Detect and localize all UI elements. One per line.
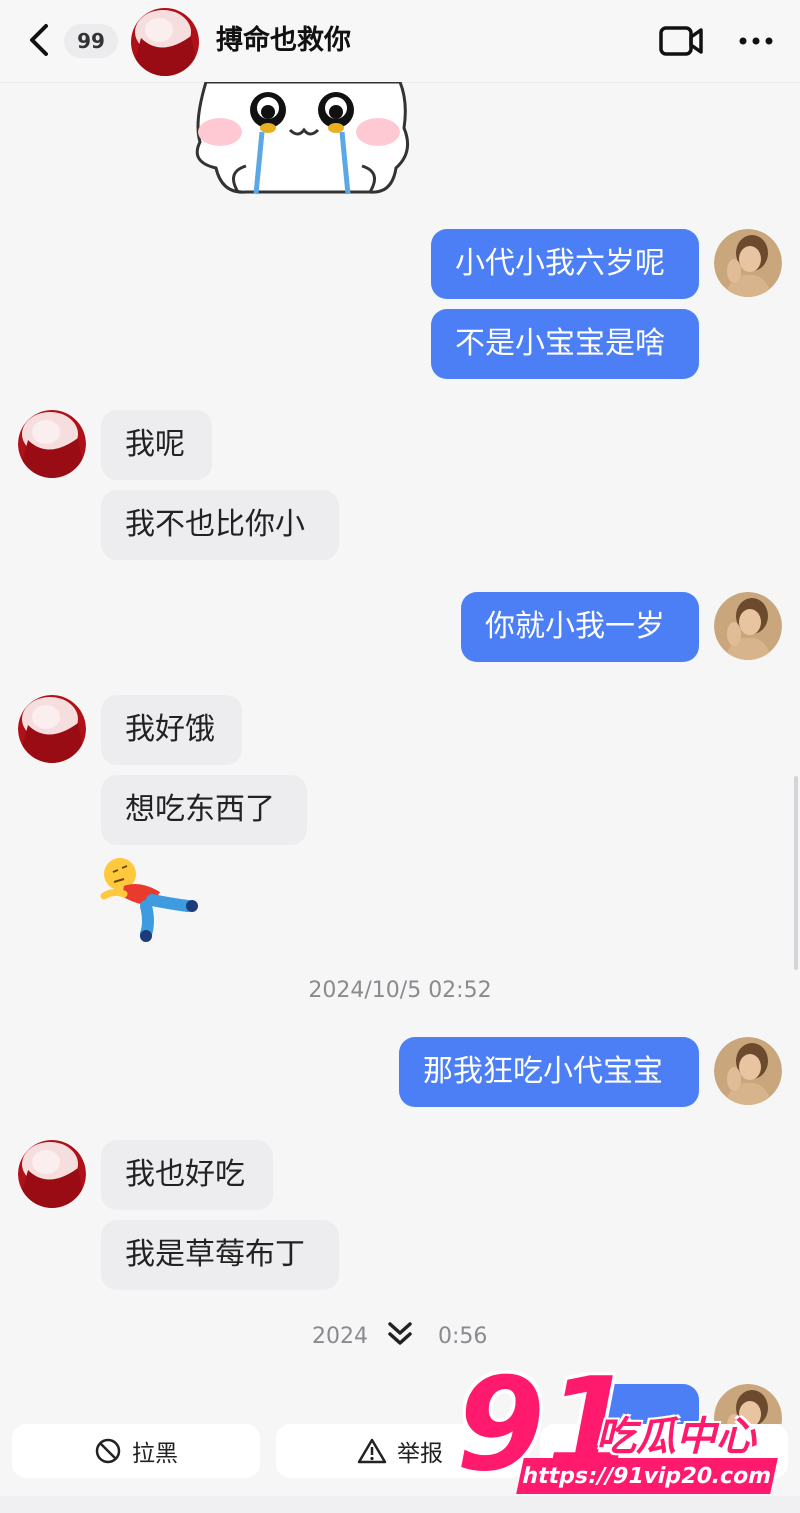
crying-sticker[interactable] [186,82,418,200]
block-label: 拉黑 [132,1441,178,1467]
message-bubble-outgoing[interactable]: 不是小宝宝是啥 [431,309,699,379]
message-bubble-outgoing[interactable]: 那我狂吃小代宝宝 [399,1037,699,1107]
report-label: 举报 [397,1441,443,1467]
block-button[interactable]: 拉黑 [12,1424,260,1478]
message-timestamp: 2024/10/5 02:52 [308,978,492,1003]
unread-badge[interactable]: 99 [64,24,118,58]
scrollbar[interactable] [794,776,798,970]
message-bubble-incoming[interactable]: 我不也比你小 [101,490,339,560]
watermark-logo-text: 吃瓜中心 [596,1414,756,1460]
chat-header: 99 搏命也救你 [0,0,800,83]
contact-avatar[interactable] [18,410,86,478]
self-avatar[interactable] [714,1037,782,1105]
self-avatar[interactable] [714,592,782,660]
contact-name: 搏命也救你 [216,25,351,56]
block-icon [95,1438,121,1464]
message-bubble-incoming[interactable]: 我好饿 [101,695,242,765]
contact-avatar[interactable] [18,1140,86,1208]
scroll-down-icon[interactable] [384,1318,416,1350]
watermark-url: https://91vip20.com [516,1458,778,1494]
video-call-icon[interactable] [658,24,704,58]
message-bubble-outgoing[interactable]: 小代小我六岁呢 [431,229,699,299]
back-icon[interactable] [24,22,54,58]
more-icon[interactable] [736,26,776,56]
message-timestamp-date: 2024 [312,1324,368,1349]
contact-avatar[interactable] [18,695,86,763]
self-avatar[interactable] [714,229,782,297]
message-bubble-incoming[interactable]: 我是草莓布丁 [101,1220,339,1290]
contact-avatar[interactable] [131,8,199,76]
message-bubble-incoming[interactable]: 想吃东西了 [101,775,307,845]
message-bubble-outgoing[interactable]: 你就小我一岁 [461,592,699,662]
input-bar-partial [0,1496,800,1513]
report-icon [357,1438,387,1464]
message-timestamp-time: 0:56 [438,1324,488,1349]
lying-down-emoji-sticker[interactable] [100,856,200,942]
message-bubble-incoming[interactable]: 我呢 [101,410,212,480]
message-bubble-incoming[interactable]: 我也好吃 [101,1140,273,1210]
